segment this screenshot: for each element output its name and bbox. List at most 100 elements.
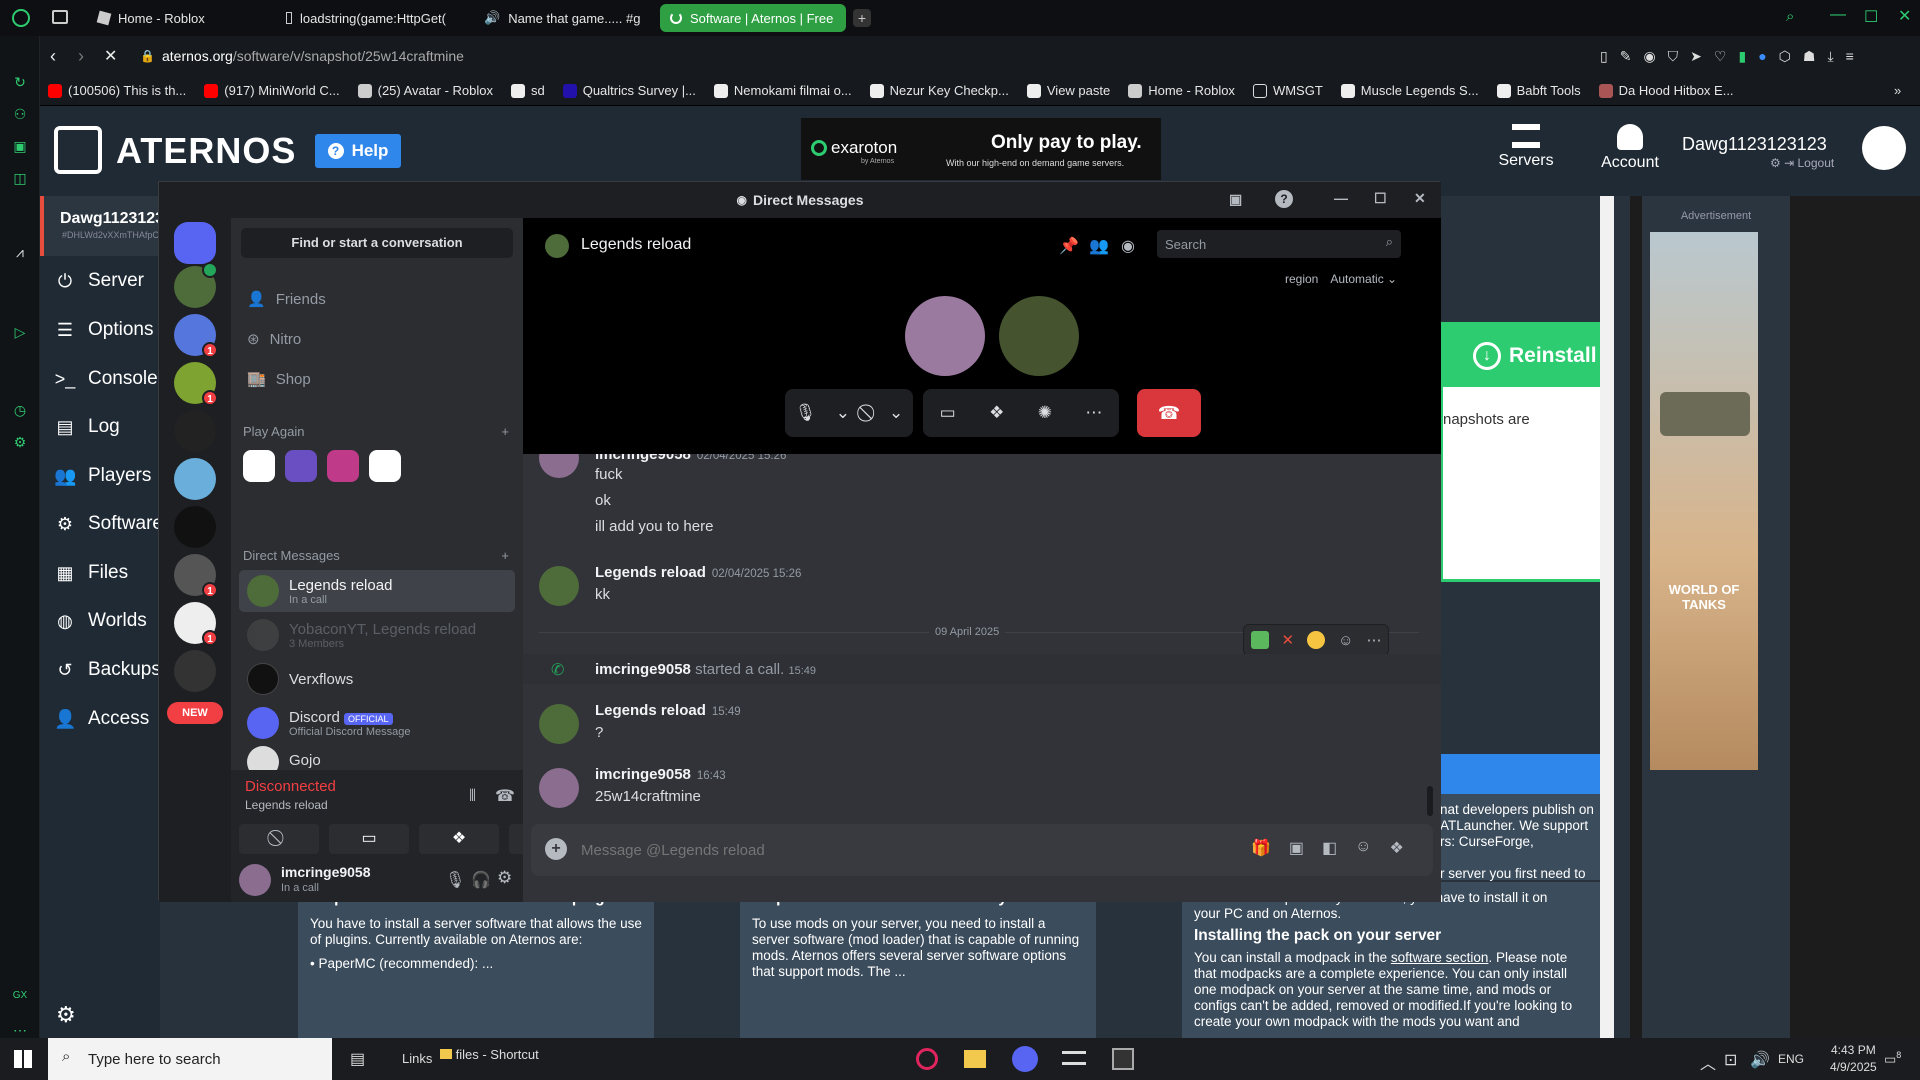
battery-icon[interactable]: ▮ bbox=[1738, 48, 1746, 65]
language-indicator[interactable]: ENG bbox=[1778, 1052, 1804, 1066]
more-options-icon[interactable]: ⋯ bbox=[1085, 403, 1102, 423]
user-panel[interactable]: imcringe9058 In a call 🎙 🎧 ⚙ bbox=[239, 860, 515, 900]
nav-backups[interactable]: ↺ Backups bbox=[54, 659, 160, 681]
bookmark[interactable]: Nezur Key Checkp... bbox=[869, 83, 1009, 98]
server-icon[interactable]: 1 bbox=[174, 314, 218, 358]
bookmark-folder[interactable]: WMSGT bbox=[1252, 83, 1323, 98]
mic-button[interactable]: 🎙 bbox=[795, 403, 817, 423]
app-icon[interactable] bbox=[369, 450, 401, 482]
tray-chevron-icon[interactable]: ︿ bbox=[1700, 1050, 1716, 1074]
shield-icon[interactable]: ⛉ bbox=[1668, 48, 1679, 65]
emoji-icon[interactable]: ☺ bbox=[1355, 838, 1371, 858]
dm-item-verxflows[interactable]: Verxflows bbox=[239, 658, 515, 700]
nav-files[interactable]: ▦ Files bbox=[54, 562, 128, 584]
reader-icon[interactable]: ▯ bbox=[1600, 48, 1608, 65]
aternos-brand[interactable]: ATERNOS bbox=[116, 130, 296, 172]
exaroton-ad[interactable]: exaroton by Aternos Only pay to play. Wi… bbox=[801, 118, 1161, 180]
avatar[interactable] bbox=[1862, 126, 1906, 170]
windows-start-icon[interactable] bbox=[14, 1050, 32, 1068]
server-icon[interactable] bbox=[174, 410, 216, 452]
opera-logo-icon[interactable] bbox=[12, 9, 30, 27]
bookmark[interactable]: (25) Avatar - Roblox bbox=[357, 83, 493, 98]
nav-server[interactable]: ⏻ Server bbox=[54, 270, 144, 292]
add-reaction-icon[interactable]: ☺ bbox=[1338, 632, 1353, 649]
clock[interactable]: 4:43 PM 4/9/2025 bbox=[1830, 1043, 1877, 1074]
server-icon[interactable] bbox=[174, 262, 218, 308]
messenger-icon[interactable]: ◫ bbox=[10, 168, 30, 188]
tab-roblox-home[interactable]: Home - Roblox bbox=[88, 4, 268, 32]
minecraft-taskbar-icon[interactable] bbox=[1112, 1048, 1134, 1070]
server-icon[interactable]: 1 bbox=[174, 554, 218, 598]
tab-switcher-icon[interactable] bbox=[52, 10, 68, 24]
gif-icon[interactable]: ▣ bbox=[1289, 838, 1304, 858]
tab-youtube[interactable]: 🔊 Name that game..... #g bbox=[466, 4, 646, 32]
bookmark[interactable]: (100506) This is th... bbox=[48, 83, 186, 98]
more-icon[interactable]: ⋯ bbox=[10, 1020, 30, 1040]
add-icon[interactable]: + bbox=[501, 424, 509, 439]
nav-servers[interactable]: Servers bbox=[1486, 124, 1566, 170]
twitch-icon[interactable]: ▣ bbox=[10, 136, 30, 156]
find-conversation-button[interactable]: Find or start a conversation bbox=[241, 228, 513, 258]
settings-gear-icon[interactable]: ⚙ bbox=[56, 1002, 76, 1028]
camera-off-button[interactable]: ⃠ bbox=[239, 824, 319, 854]
logout-link[interactable]: ⚙ ⇥ Logout bbox=[1770, 156, 1834, 170]
region-selector[interactable]: region Automatic ⌄ bbox=[1285, 272, 1397, 286]
back-icon[interactable]: ‹ bbox=[50, 46, 56, 67]
youtube-app-icon[interactable] bbox=[243, 450, 275, 482]
dm-item-legends-reload[interactable]: Legends reload In a call bbox=[239, 570, 515, 612]
chat-search[interactable]: Search ⌕ bbox=[1157, 230, 1401, 258]
dm-item-group[interactable]: YobaconYT, Legends reload 3 Members bbox=[239, 614, 515, 656]
app-icon[interactable] bbox=[285, 450, 317, 482]
bookmark[interactable]: Nemokami filmai o... bbox=[713, 83, 852, 98]
noise-icon[interactable]: ⦀ bbox=[469, 788, 476, 806]
sticker-icon[interactable]: ◧ bbox=[1322, 838, 1337, 858]
more-icon[interactable]: ⋯ bbox=[1366, 631, 1381, 649]
stop-icon[interactable]: ✕ bbox=[104, 46, 117, 66]
nav-account[interactable]: Account bbox=[1590, 124, 1670, 172]
crying-emoji-icon[interactable] bbox=[1307, 631, 1326, 649]
cube-icon[interactable]: ⬡ bbox=[1779, 48, 1791, 65]
discord-taskbar-icon[interactable] bbox=[1012, 1046, 1038, 1072]
software-section-link[interactable]: software section bbox=[1391, 950, 1489, 965]
soundboard-icon[interactable]: ✺ bbox=[1038, 403, 1052, 423]
network-icon[interactable]: ⊡ bbox=[1724, 1050, 1737, 1070]
settings-icon[interactable]: ⚙ bbox=[10, 432, 30, 452]
add-dm-icon[interactable]: + bbox=[501, 548, 509, 563]
activities-icon[interactable]: ❖ bbox=[989, 403, 1004, 423]
opera-gx-taskbar-icon[interactable] bbox=[916, 1048, 938, 1070]
forward-icon[interactable]: › bbox=[78, 46, 84, 67]
tab-loadstring[interactable]: loadstring(game:HttpGet( bbox=[276, 4, 456, 32]
participant-avatar[interactable] bbox=[999, 296, 1079, 376]
apps-icon[interactable]: ❖ bbox=[1390, 838, 1404, 858]
task-view-icon[interactable]: ▤ bbox=[350, 1049, 365, 1069]
bookmark[interactable]: (917) MiniWorld C... bbox=[204, 83, 340, 98]
cross-reaction-icon[interactable]: ✕ bbox=[1282, 631, 1295, 649]
links-toolbar[interactable]: Links bbox=[402, 1051, 432, 1066]
taskbar-search[interactable]: ⌕ Type here to search bbox=[48, 1038, 332, 1080]
nav-software[interactable]: ⚙ Software bbox=[54, 513, 163, 535]
nav-worlds[interactable]: ◍ Worlds bbox=[54, 610, 147, 632]
bookmark[interactable]: Babft Tools bbox=[1496, 83, 1581, 98]
nav-options[interactable]: ☰ Options bbox=[54, 319, 154, 341]
activities-button[interactable]: ❖ bbox=[419, 824, 499, 854]
dm-item-discord[interactable]: Discord OFFICIAL Official Discord Message bbox=[239, 702, 515, 744]
discord-maximize-button[interactable]: ☐ bbox=[1374, 190, 1387, 207]
notification-icon[interactable]: ▭8 bbox=[1884, 1050, 1901, 1067]
nitro-item[interactable]: ⊛ Nitro bbox=[239, 318, 515, 360]
profile-icon[interactable]: ◉ bbox=[1121, 236, 1135, 256]
message-input[interactable] bbox=[581, 838, 1121, 862]
new-tab-button[interactable]: + bbox=[853, 9, 871, 27]
player-icon[interactable]: ⩘ bbox=[10, 242, 30, 262]
robot-icon[interactable]: ⚇ bbox=[10, 104, 30, 124]
volume-icon[interactable]: 🔊 bbox=[1750, 1050, 1770, 1070]
vpn-icon[interactable]: ● bbox=[1758, 48, 1766, 65]
end-call-button[interactable]: ☎ bbox=[1137, 389, 1201, 437]
help-icon[interactable]: ? bbox=[1275, 190, 1293, 208]
participant-avatar[interactable] bbox=[905, 296, 985, 376]
search-tabs-icon[interactable]: ⌕ bbox=[1786, 8, 1794, 25]
dm-item-gojo[interactable]: Gojo bbox=[239, 746, 515, 770]
help-button[interactable]: ? Help bbox=[315, 134, 401, 168]
heart-icon[interactable]: ♡ bbox=[1714, 48, 1727, 65]
bookmark[interactable]: Home - Roblox bbox=[1128, 83, 1235, 98]
aternos-logo-icon[interactable] bbox=[54, 126, 102, 174]
